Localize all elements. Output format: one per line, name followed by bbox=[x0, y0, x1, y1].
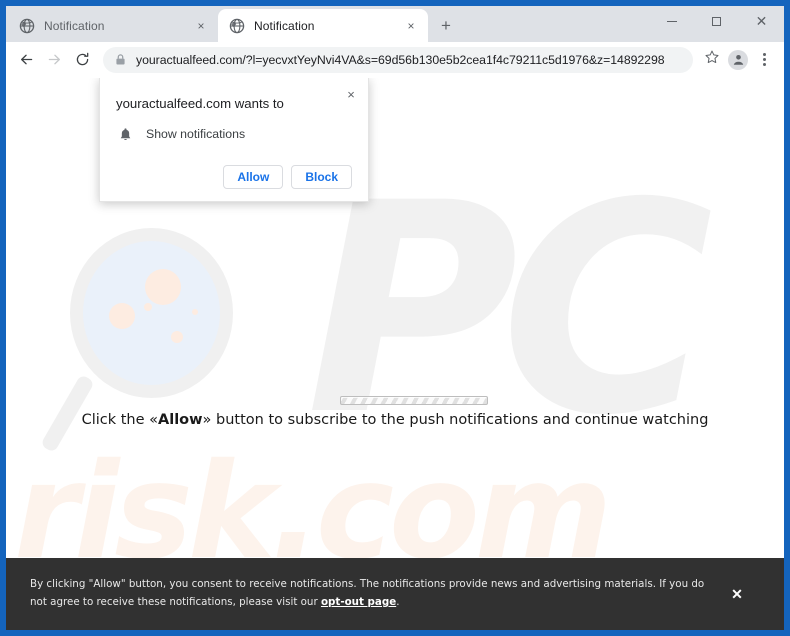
opt-out-link[interactable]: opt-out page bbox=[321, 596, 396, 608]
dialog-close-icon[interactable]: × bbox=[342, 85, 360, 103]
magnifier-dot bbox=[144, 303, 152, 311]
permission-row: Show notifications bbox=[116, 125, 352, 143]
instruction-suffix: » button to subscribe to the push notifi… bbox=[202, 412, 709, 428]
maximize-icon bbox=[712, 16, 721, 26]
close-icon: ✕ bbox=[755, 13, 768, 29]
globe-icon bbox=[19, 18, 35, 34]
maximize-button[interactable] bbox=[694, 6, 739, 36]
instruction-bold-word: Allow bbox=[158, 412, 203, 428]
reload-icon bbox=[74, 51, 91, 68]
tab-strip: Notification × Notification × + ✕ bbox=[6, 6, 784, 42]
star-icon bbox=[704, 49, 720, 70]
consent-close-icon[interactable]: ✕ bbox=[720, 577, 754, 611]
forward-arrow-icon bbox=[46, 51, 63, 68]
three-dot-menu-icon bbox=[762, 52, 766, 67]
tab-title: Notification bbox=[44, 18, 105, 33]
minimize-icon bbox=[666, 20, 677, 22]
browser-toolbar: youractualfeed.com/?l=yecvxtYeyNvi4VA&s=… bbox=[6, 42, 784, 78]
tab-notification-2[interactable]: Notification × bbox=[218, 9, 428, 42]
magnifier-dot bbox=[109, 303, 135, 329]
lock-icon bbox=[113, 52, 128, 67]
tab-close-icon[interactable]: × bbox=[193, 18, 209, 34]
browser-window: Notification × Notification × + ✕ yourac… bbox=[0, 0, 790, 636]
dialog-actions: Allow Block bbox=[116, 165, 352, 189]
consent-banner: By clicking "Allow" button, you consent … bbox=[6, 558, 784, 630]
back-button[interactable] bbox=[13, 47, 39, 73]
dialog-title: youractualfeed.com wants to bbox=[116, 96, 284, 111]
page-viewport: PC risk.com Click the «Allow» button to … bbox=[6, 78, 784, 630]
instruction-text: Click the «Allow» button to subscribe to… bbox=[6, 412, 784, 428]
new-tab-button[interactable]: + bbox=[432, 12, 460, 40]
magnifier-dot bbox=[171, 331, 183, 343]
magnifier-dot bbox=[145, 269, 181, 305]
bell-icon bbox=[116, 125, 134, 143]
magnifier-icon bbox=[40, 228, 254, 478]
forward-button[interactable] bbox=[41, 47, 67, 73]
allow-button[interactable]: Allow bbox=[223, 165, 284, 189]
notification-permission-dialog: × youractualfeed.com wants to Show notif… bbox=[99, 78, 369, 202]
indeterminate-progress-bar bbox=[340, 396, 488, 405]
consent-text-part2: . bbox=[396, 596, 400, 608]
instruction-prefix: Click the « bbox=[81, 412, 159, 428]
permission-label: Show notifications bbox=[146, 127, 246, 141]
back-arrow-icon bbox=[18, 51, 35, 68]
profile-button[interactable] bbox=[725, 47, 751, 73]
globe-icon bbox=[229, 18, 245, 34]
browser-menu-button[interactable] bbox=[751, 47, 777, 73]
bookmark-button[interactable] bbox=[699, 47, 725, 73]
reload-button[interactable] bbox=[69, 47, 95, 73]
block-button[interactable]: Block bbox=[291, 165, 352, 189]
browser-window-inner: Notification × Notification × + ✕ yourac… bbox=[6, 6, 784, 630]
tab-close-icon[interactable]: × bbox=[403, 18, 419, 34]
tab-title: Notification bbox=[254, 18, 315, 33]
avatar-icon bbox=[728, 49, 748, 70]
window-controls: ✕ bbox=[649, 6, 784, 36]
tab-notification-1[interactable]: Notification × bbox=[8, 9, 218, 42]
address-bar[interactable]: youractualfeed.com/?l=yecvxtYeyNvi4VA&s=… bbox=[103, 46, 693, 73]
close-window-button[interactable]: ✕ bbox=[739, 6, 784, 36]
consent-text: By clicking "Allow" button, you consent … bbox=[30, 576, 720, 611]
minimize-button[interactable] bbox=[649, 6, 694, 36]
url-text: youractualfeed.com/?l=yecvxtYeyNvi4VA&s=… bbox=[136, 52, 665, 67]
magnifier-dot bbox=[192, 309, 198, 315]
magnifier-ring bbox=[70, 228, 233, 398]
